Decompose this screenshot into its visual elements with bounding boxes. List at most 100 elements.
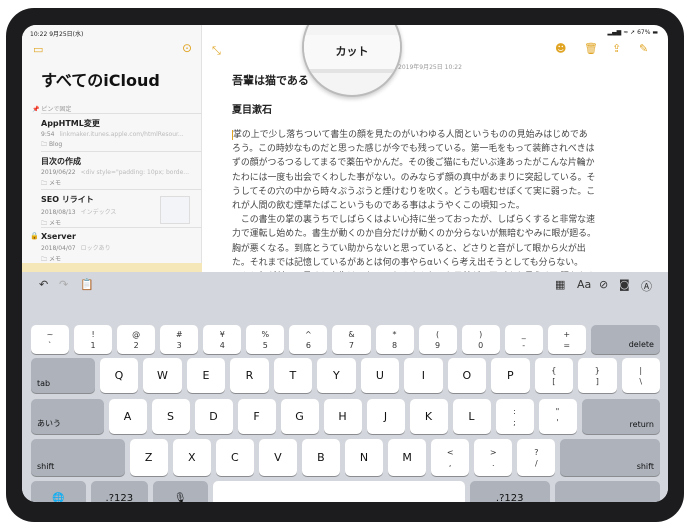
note-thumbnail xyxy=(160,196,190,224)
redo-icon[interactable]: ↷ xyxy=(59,278,68,291)
collaborate-icon[interactable]: ☻ xyxy=(555,42,566,55)
note-meta: 2019/06/22 <div style="padding: 10px; bor… xyxy=(41,169,190,176)
key-punct2-0[interactable]: <, xyxy=(431,439,470,476)
key-w[interactable]: W xyxy=(143,358,182,393)
key-8[interactable]: * 8 xyxy=(375,325,414,354)
key-6[interactable]: ^ 6 xyxy=(289,325,328,354)
note-list-item[interactable]: AppHTML変更 9:54 linkmaker.itunes.apple.com/… xyxy=(41,113,202,153)
note-heading[interactable]: 吾輩は猫である xyxy=(232,72,309,88)
key-7[interactable]: & 7 xyxy=(332,325,371,354)
key-u[interactable]: U xyxy=(360,358,400,393)
note-list-item[interactable]: 🔒 Xserver 2018/04/07 ロックあり 🗀 メモ xyxy=(30,227,202,267)
key-=[interactable]: + = xyxy=(547,325,586,354)
note-list-item[interactable]: 目次の作成 2019/06/22 <div style="padding: 10px… xyxy=(41,151,202,191)
key-o[interactable]: O xyxy=(447,358,487,393)
selected-note[interactable] xyxy=(22,263,202,272)
key-k[interactable]: K xyxy=(409,399,448,434)
key-g[interactable]: G xyxy=(280,399,319,434)
key-bracket-2[interactable]: | \ xyxy=(621,358,661,393)
note-line: 胸が悪くなる。到底とうてい助からないと思っていると、どさりと音がして眼から火が出 xyxy=(232,243,586,254)
hide-keyboard-icon[interactable]: ⌨ xyxy=(554,481,660,502)
key--[interactable]: _ - xyxy=(504,325,543,354)
key-0[interactable]: ) 0 xyxy=(461,325,500,354)
note-line: ろう。この時妙なものだと思った感じが今でも残っている。第一毛をもって装飾されべき… xyxy=(232,144,595,155)
markup-icon[interactable]: Ⓐ xyxy=(641,278,652,294)
note-meta: 9:54 linkmaker.itunes.apple.com/htmlResou… xyxy=(41,131,184,138)
note-title: Xserver xyxy=(41,232,76,241)
note-date: 2019年9月25日 10:22 xyxy=(398,64,462,71)
key-s[interactable]: S xyxy=(151,399,190,434)
table-icon[interactable]: ▦ xyxy=(555,278,565,291)
tab-key[interactable]: tab xyxy=(31,358,95,393)
key-punct-0[interactable]: :; xyxy=(495,399,534,434)
key-y[interactable]: Y xyxy=(317,358,356,393)
globe-icon[interactable]: 🌐 xyxy=(31,481,86,502)
key-punct-1[interactable]: " ' xyxy=(538,399,577,434)
key-x[interactable]: X xyxy=(172,439,211,476)
key-3[interactable]: #3 xyxy=(160,325,199,354)
checklist-icon[interactable]: ⊘ xyxy=(599,278,608,291)
key-9[interactable]: (9 xyxy=(418,325,457,354)
note-list-item[interactable]: SEO リライト 2018/08/13 インデックス 🗀 メモ xyxy=(41,189,202,229)
key-1[interactable]: ! 1 xyxy=(74,325,113,354)
numbers-key-right[interactable]: .?123 xyxy=(469,481,550,502)
expand-icon[interactable]: ⤡ xyxy=(212,44,221,58)
dictation-mic-icon[interactable]: 🎙 xyxy=(152,481,208,502)
shift-right-key[interactable]: shift xyxy=(560,439,660,476)
pinned-label: 📌 ピンで固定 xyxy=(32,106,72,113)
paste-icon[interactable]: 📋 xyxy=(80,278,94,291)
key-i[interactable]: I xyxy=(404,358,443,393)
key-l[interactable]: L xyxy=(452,399,491,434)
key-5[interactable]: % 5 xyxy=(246,325,285,354)
format-icon[interactable]: Aa xyxy=(577,278,591,291)
return-key[interactable]: return xyxy=(581,399,660,434)
numbers-key-left[interactable]: .?123 xyxy=(90,481,148,502)
lock-icon: 🔒 xyxy=(30,232,39,240)
status-time: 10:22 9月25日(水) xyxy=(30,31,84,38)
key-d[interactable]: D xyxy=(194,399,233,434)
kana-key[interactable]: あいう xyxy=(31,399,104,434)
key-2[interactable]: @2 xyxy=(117,325,156,354)
key-j[interactable]: J xyxy=(366,399,405,434)
note-meta: 2018/04/07 ロックあり xyxy=(41,245,111,252)
note-author[interactable]: 夏目漱石 xyxy=(232,101,272,116)
key-z[interactable]: Z xyxy=(129,439,168,476)
key-punct2-1[interactable]: >. xyxy=(474,439,513,476)
key-v[interactable]: V xyxy=(258,439,297,476)
key-`[interactable]: ~ ` xyxy=(31,325,70,354)
more-icon[interactable]: ⊙ xyxy=(182,41,192,55)
key-b[interactable]: B xyxy=(301,439,340,476)
key-bracket-0[interactable]: {[ xyxy=(534,358,574,393)
key-punct2-2[interactable]: ? / xyxy=(517,439,556,476)
note-folder: 🗀 メモ xyxy=(41,180,61,187)
key-c[interactable]: C xyxy=(215,439,254,476)
key-4[interactable]: ¥4 xyxy=(203,325,242,354)
folder-title: すべてのiCloud xyxy=(41,71,160,90)
key-n[interactable]: N xyxy=(344,439,384,476)
camera-icon[interactable]: ◙ xyxy=(619,278,630,291)
note-line: 力で運転し始めた。書生が動くのか自分だけが動くのか分らないが無暗むやみに眼が廻る… xyxy=(232,229,596,240)
key-r[interactable]: R xyxy=(230,358,269,393)
shift-left-key[interactable]: shift xyxy=(31,439,125,476)
sidebar-toggle-icon[interactable]: ▭ xyxy=(33,43,43,56)
share-icon[interactable]: ⇪ xyxy=(612,42,621,55)
screen: ▭ ⊙ すべてのiCloud 📌 ピンで固定 AppHTML変更 9:54 link… xyxy=(22,25,668,502)
key-h[interactable]: H xyxy=(323,399,362,434)
folder-icon: 🗀 xyxy=(41,256,48,263)
trash-icon[interactable]: 🗑 xyxy=(584,42,598,55)
compose-icon[interactable]: ✎ xyxy=(639,42,648,55)
key-m[interactable]: M xyxy=(388,439,427,476)
key-f[interactable]: F xyxy=(237,399,276,434)
delete-key[interactable]: delete xyxy=(590,325,660,354)
key-t[interactable]: T xyxy=(273,358,313,393)
key-e[interactable]: E xyxy=(186,358,226,393)
space-bar[interactable] xyxy=(212,481,465,502)
undo-icon[interactable]: ↶ xyxy=(39,278,48,291)
magnifier-loupe: カット xyxy=(302,25,402,97)
key-q[interactable]: Q xyxy=(99,358,139,393)
keyboard: ↶ ↷ 📋 ▦ Aa ⊘ ◙ Ⓐ ~ `! 1 @2 #3 ¥4% 5 ^ 6 & 7 * 8(9) 0 _… xyxy=(22,272,668,502)
key-p[interactable]: P xyxy=(491,358,530,393)
key-bracket-1[interactable]: }] xyxy=(578,358,617,393)
key-a[interactable]: A xyxy=(108,399,147,434)
cut-menu-item[interactable]: カット xyxy=(304,43,400,59)
